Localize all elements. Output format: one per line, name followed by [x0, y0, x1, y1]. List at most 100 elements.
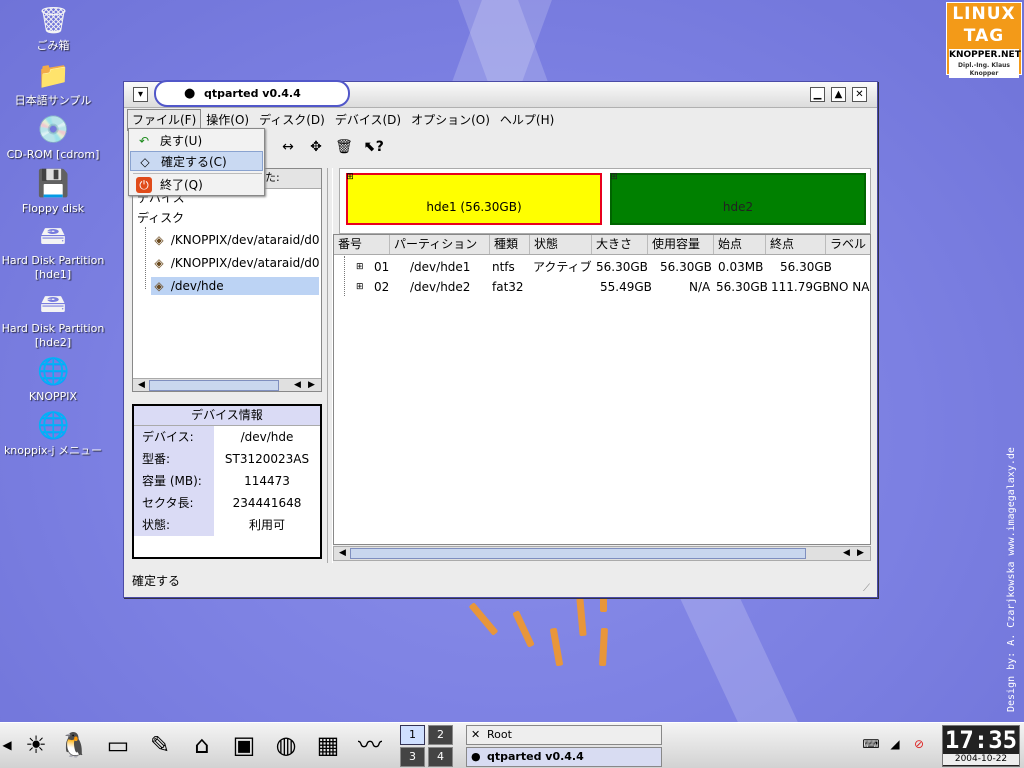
office-icon[interactable]: ▦: [310, 727, 346, 763]
desktop-icon-label: knoppix-j メニュー: [3, 444, 103, 457]
column-header[interactable]: 状態: [530, 235, 592, 254]
partition-block-hde2[interactable]: ⊞ hde2: [610, 172, 866, 225]
panel-hide-icon[interactable]: ◀: [0, 727, 14, 763]
menu-item-undo[interactable]: ↶ 戻す(U): [130, 131, 263, 151]
knoppix-icon: 🌐: [37, 357, 70, 387]
openoffice-icon[interactable]: 〰: [352, 727, 388, 763]
minimize-button[interactable]: ▁: [810, 87, 825, 102]
show-desktop-icon[interactable]: ▭: [100, 727, 136, 763]
desktop-icon-trash[interactable]: 🗑 ごみ箱: [0, 5, 106, 53]
quit-icon: ⏻: [136, 177, 152, 193]
column-header[interactable]: 始点: [714, 235, 766, 254]
scroll-left-icon[interactable]: ◀: [135, 379, 148, 392]
partition-map: ⊞ hde1 (56.30GB) ⊞ hde2: [339, 168, 871, 234]
device-info-row: デバイス:/dev/hde: [134, 426, 320, 448]
window-menu-button[interactable]: ▾: [133, 87, 148, 102]
column-header[interactable]: 使用容量: [648, 235, 714, 254]
device-info-title: デバイス情報: [134, 406, 320, 426]
column-header[interactable]: 番号: [334, 235, 390, 254]
scrollbar-thumb[interactable]: [350, 548, 806, 559]
no-connection-icon[interactable]: ⊘: [910, 735, 928, 753]
harddisk-icon: 🖴: [39, 221, 67, 251]
cdrom-icon: 💿: [37, 115, 70, 145]
harddisk-icon: ◈: [154, 279, 164, 293]
menu-item-quit[interactable]: ⏻ 終了(Q): [130, 175, 263, 195]
device-info-row: セクタ長: 234441648: [134, 492, 320, 514]
task-root[interactable]: ✕ Root: [466, 725, 662, 745]
scroll-right-icon[interactable]: ▶: [305, 379, 318, 392]
scroll-left-icon[interactable]: ◀: [336, 547, 349, 560]
desktop-icon-sample-folder[interactable]: 📁 日本語サンプル: [0, 60, 106, 108]
window-title: ● qtparted v0.4.4: [154, 80, 350, 107]
clock-time: 17:35: [944, 726, 1018, 754]
terminal-icon[interactable]: ▣: [226, 727, 262, 763]
task-qtparted[interactable]: ● qtparted v0.4.4: [466, 747, 662, 767]
taskbar: ◀ ☀ 🐧 ▭ ✎ ⌂ ▣ ◍ ▦ 〰 1 2 3 4 ✕ Root ● qtp…: [0, 722, 1024, 768]
window-titlebar[interactable]: ▾ ● qtparted v0.4.4 ▁ ▲ ✕: [124, 80, 877, 108]
app-icon: ●: [184, 86, 196, 101]
left-horizontal-scrollbar[interactable]: ◀ ◀ ▶: [133, 378, 321, 391]
desktop-icon-knoppix-menu[interactable]: 🌐 knoppix-j メニュー: [0, 410, 106, 458]
scroll-left-icon[interactable]: ◀: [291, 379, 304, 392]
scroll-right-icon[interactable]: ▶: [854, 547, 867, 560]
desktop-switch-4[interactable]: 4: [428, 747, 453, 767]
desktop-icon-label: KNOPPIX: [28, 390, 78, 403]
column-header[interactable]: 種類: [490, 235, 530, 254]
column-header[interactable]: 終点: [766, 235, 826, 254]
desktop-icon-label: ごみ箱: [36, 39, 70, 52]
device-info-row: 容量 (MB): 114473: [134, 470, 320, 492]
table-horizontal-scrollbar[interactable]: ◀ ◀ ▶: [333, 546, 871, 561]
whats-this-icon[interactable]: ⬉?: [363, 136, 385, 158]
desktop-icon-hde1[interactable]: 🖴 Hard Disk Partition [hde1]: [0, 220, 106, 282]
undo-icon: ↶: [138, 134, 150, 148]
table-row[interactable]: ⊞ 02 /dev/hde2 fat32 55.49GB N/A 56.30GB…: [334, 277, 870, 297]
column-header[interactable]: 大きさ: [592, 235, 648, 254]
penguin-icon[interactable]: 🐧: [56, 727, 92, 763]
tree-item-ataraid-1[interactable]: ◈ /KNOPPIX/dev/ataraid/d0: [151, 231, 319, 249]
resize-grip-icon[interactable]: ⟋: [863, 583, 875, 595]
partition-block-hde1[interactable]: ⊞ hde1 (56.30GB): [346, 172, 602, 225]
control-center-icon[interactable]: ✎: [142, 727, 178, 763]
menu-options[interactable]: オプション(O): [406, 109, 495, 131]
desktop-icon-cdrom[interactable]: 💿 CD-ROM [cdrom]: [0, 114, 106, 162]
network-icon[interactable]: ◢: [886, 735, 904, 753]
clock-date: 2004-10-22: [943, 754, 1019, 765]
windows-flag-icon: ⊞: [610, 172, 618, 182]
menu-device[interactable]: デバイス(D): [330, 109, 406, 131]
desktop-switch-3[interactable]: 3: [400, 747, 425, 767]
tree-item-ataraid-2[interactable]: ◈ /KNOPPIX/dev/ataraid/d0: [151, 254, 319, 272]
close-button[interactable]: ✕: [852, 87, 867, 102]
browser-icon[interactable]: ◍: [268, 727, 304, 763]
desktop-icon-floppy[interactable]: 💾 Floppy disk: [0, 168, 106, 216]
keyboard-icon[interactable]: ⌨: [862, 735, 880, 753]
kde-menu-icon[interactable]: ☀: [18, 727, 54, 763]
menu-item-commit[interactable]: ◇ 確定する(C): [130, 151, 263, 171]
qtparted-window: ▾ ● qtparted v0.4.4 ▁ ▲ ✕ ファイル(F) 操作(O) …: [123, 80, 878, 598]
scroll-left-icon[interactable]: ◀: [840, 547, 853, 560]
desktop-icon-hde2[interactable]: 🖴 Hard Disk Partition [hde2]: [0, 288, 106, 350]
device-info-panel: デバイス情報 デバイス:/dev/hde 型番: ST3120023AS 容量 (…: [132, 404, 322, 559]
table-row[interactable]: ⊞ 01 /dev/hde1 ntfs アクティブ 56.30GB 56.30G…: [334, 257, 870, 277]
menu-disk[interactable]: ディスク(D): [254, 109, 330, 131]
tree-item-hde[interactable]: ◈ /dev/hde: [151, 277, 319, 295]
scrollbar-thumb[interactable]: [149, 380, 279, 391]
desktop-icon-knoppix[interactable]: 🌐 KNOPPIX: [0, 356, 106, 404]
delete-icon[interactable]: 🗑: [333, 136, 355, 158]
menu-separator: [133, 173, 262, 174]
tree-group-disk[interactable]: ディスク: [137, 209, 184, 227]
clock[interactable]: 17:35 2004-10-22: [942, 725, 1020, 767]
column-header[interactable]: パーティション: [390, 235, 490, 254]
move-icon[interactable]: ✥: [305, 136, 327, 158]
harddisk-icon: ◈: [154, 233, 164, 247]
resize-icon[interactable]: ↔: [277, 136, 299, 158]
maximize-button[interactable]: ▲: [831, 87, 846, 102]
desktop-switch-2[interactable]: 2: [428, 725, 453, 745]
design-credit: Design by: A. Czarjkowska www.imagegalax…: [1006, 447, 1017, 712]
column-header[interactable]: ラベル: [826, 235, 870, 254]
menu-help[interactable]: ヘルプ(H): [495, 109, 559, 131]
trash-icon: 🗑: [37, 6, 71, 36]
home-icon[interactable]: ⌂: [184, 727, 220, 763]
desktop-icon-label: Hard Disk Partition [hde2]: [1, 322, 105, 349]
desktop-switch-1[interactable]: 1: [400, 725, 425, 745]
windows-flag-icon: ⊞: [356, 282, 364, 292]
